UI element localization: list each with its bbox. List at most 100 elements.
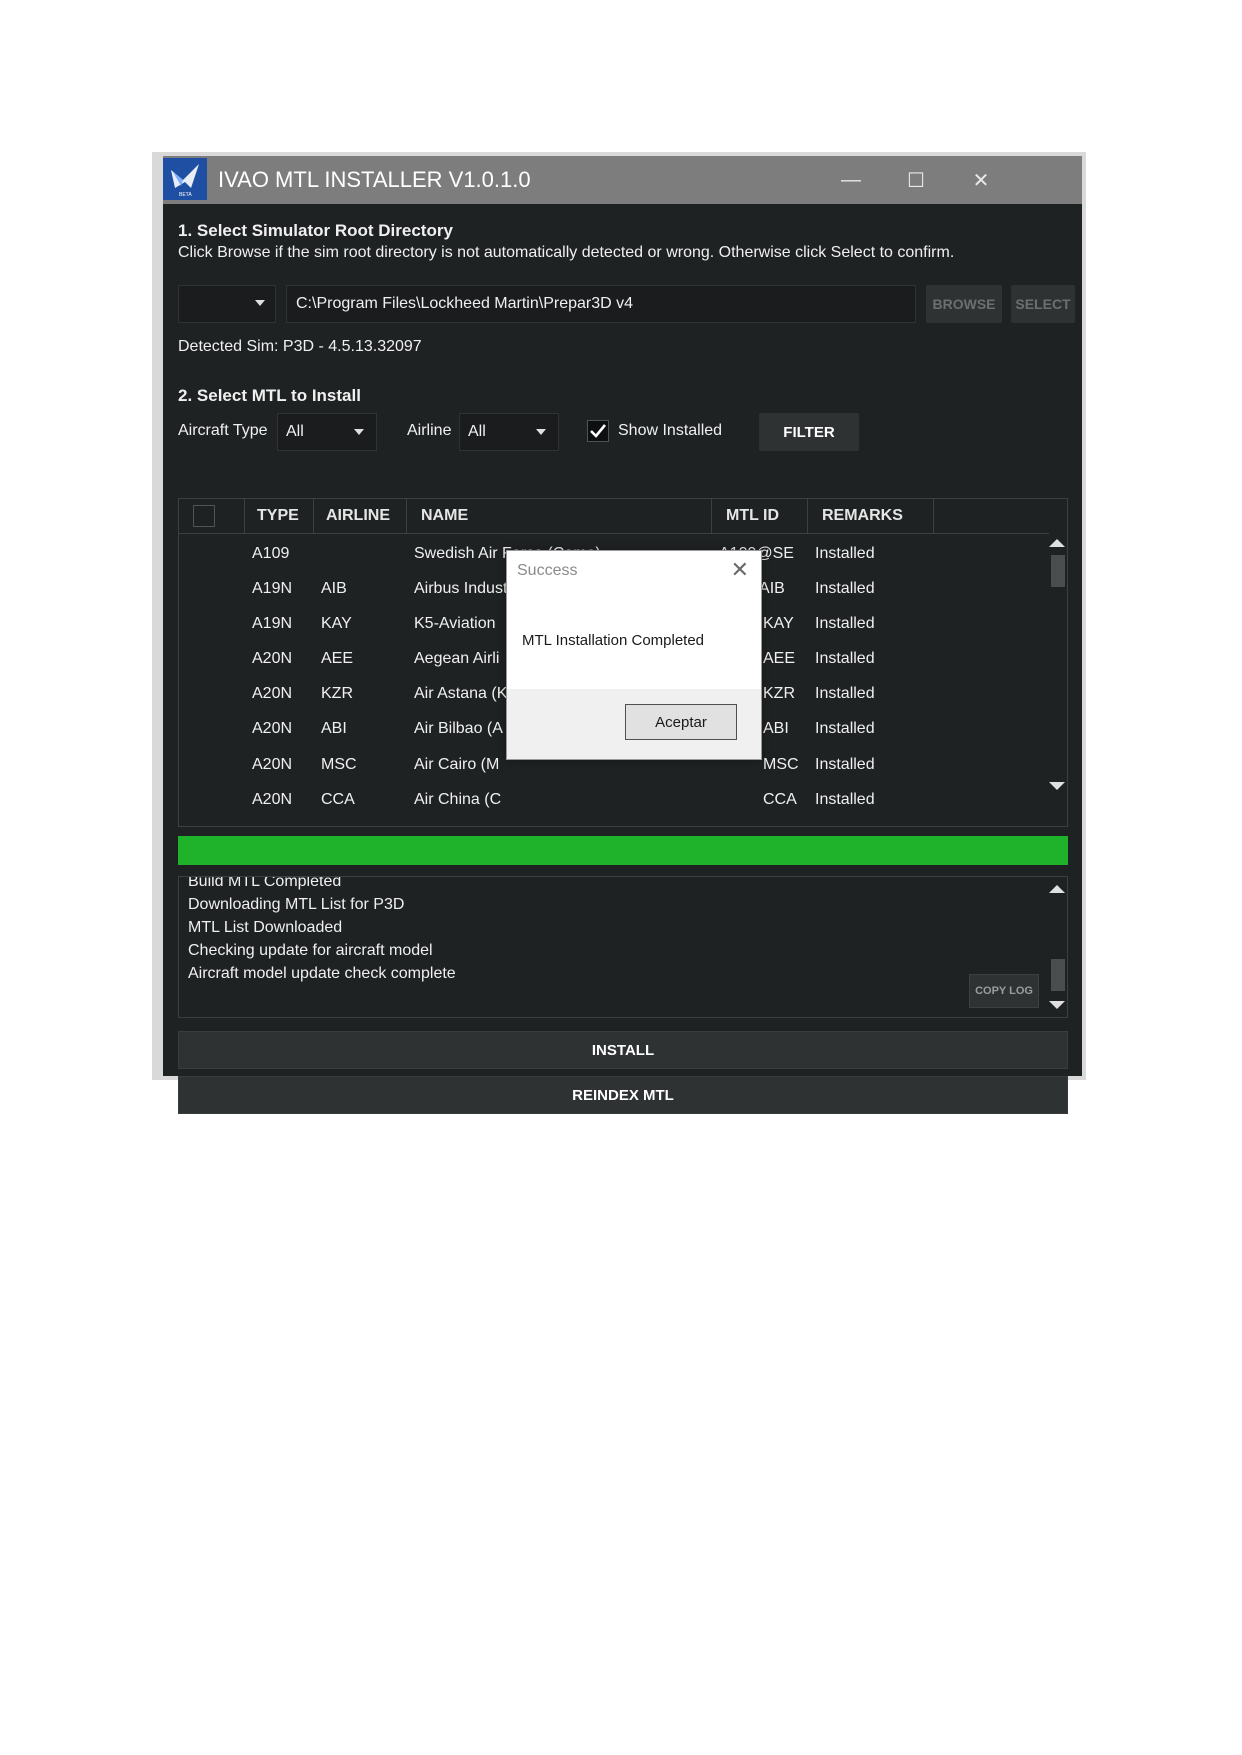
log-panel[interactable]: Build MTL Completed Downloading MTL List… [178, 876, 1068, 1018]
show-installed-checkbox[interactable] [587, 420, 609, 442]
cell-mtl-id: CCA [763, 791, 797, 808]
cell-airline: CCA [321, 791, 355, 808]
cell-remarks: Installed [815, 720, 875, 737]
sim-path-input[interactable]: C:\Program Files\Lockheed Martin\Prepar3… [286, 285, 916, 323]
scroll-up-arrow-icon[interactable] [1049, 539, 1065, 547]
cell-airline: KAY [321, 615, 352, 632]
cell-name: Air China (C [414, 791, 502, 808]
cell-mtl-id: KZR [763, 685, 795, 702]
table-row[interactable]: A20N CCA Air China (C CCA Installed [179, 782, 1049, 817]
column-header-type[interactable]: TYPE [245, 499, 314, 533]
cell-remarks: Installed [815, 650, 875, 667]
cell-name: Aegean Airli [414, 650, 500, 667]
close-window-button[interactable]: ✕ [949, 156, 1013, 204]
close-icon: ✕ [972, 169, 990, 192]
cell-type: A19N [252, 615, 293, 632]
cell-name: K5-Aviation [414, 615, 496, 632]
cell-type: A20N [252, 650, 293, 667]
cell-remarks: Installed [815, 685, 875, 702]
log-line: Downloading MTL List for P3D [188, 896, 405, 913]
cell-mtl-id: ABI [763, 720, 789, 737]
cell-type: A20N [252, 791, 293, 808]
cell-airline: KZR [321, 685, 353, 702]
cell-remarks: Installed [815, 615, 875, 632]
select-button[interactable]: SELECT [1011, 285, 1075, 323]
progress-fill [178, 836, 1068, 865]
title-bar[interactable]: BETA IVAO MTL INSTALLER V1.0.1.0 — ☐ ✕ [163, 156, 1082, 204]
select-all-checkbox[interactable] [193, 505, 215, 527]
maximize-icon: ☐ [907, 169, 925, 192]
window-title: IVAO MTL INSTALLER V1.0.1.0 [218, 167, 531, 192]
column-header-airline[interactable]: AIRLINE [314, 499, 407, 533]
progress-bar [178, 836, 1068, 865]
airline-value: All [468, 423, 486, 440]
dialog-message: MTL Installation Completed [522, 632, 705, 649]
scroll-thumb[interactable] [1051, 959, 1065, 991]
section1-instructions: Click Browse if the sim root directory i… [178, 244, 955, 261]
table-header: TYPE AIRLINE NAME MTL ID REMARKS [179, 499, 1067, 535]
dialog-close-icon[interactable]: ✕ [731, 557, 749, 583]
cell-remarks: Installed [815, 756, 875, 773]
dialog-title: Success [517, 562, 578, 579]
install-button[interactable]: INSTALL [178, 1031, 1068, 1069]
aircraft-type-label: Aircraft Type [178, 422, 268, 439]
column-header-remarks[interactable]: REMARKS [808, 499, 934, 533]
cell-type: A20N [252, 720, 293, 737]
scroll-down-arrow-icon[interactable] [1049, 782, 1065, 790]
copy-log-button[interactable]: COPY LOG [969, 974, 1039, 1008]
aircraft-type-dropdown[interactable]: All [277, 413, 377, 451]
chevron-down-icon [536, 429, 546, 435]
chevron-down-icon [354, 429, 364, 435]
app-logo-icon: BETA [163, 158, 207, 200]
cell-airline: AIB [321, 580, 347, 597]
cell-type: A20N [252, 756, 293, 773]
cell-airline: MSC [321, 756, 357, 773]
log-line: Checking update for aircraft model [188, 942, 433, 959]
cell-remarks: Installed [815, 580, 875, 597]
column-header-name[interactable]: NAME [407, 499, 712, 533]
reindex-mtl-button[interactable]: REINDEX MTL [178, 1076, 1068, 1114]
filter-button[interactable]: FILTER [759, 413, 859, 451]
log-line: Build MTL Completed [188, 876, 342, 890]
scroll-thumb[interactable] [1051, 555, 1065, 587]
checkmark-icon [590, 424, 606, 438]
minimize-icon: — [841, 168, 861, 191]
detected-sim-text: Detected Sim: P3D - 4.5.13.32097 [178, 338, 422, 355]
airline-label: Airline [407, 422, 452, 439]
cell-type: A109 [252, 545, 290, 562]
accept-button[interactable]: Aceptar [625, 704, 737, 740]
browse-button[interactable]: BROWSE [926, 285, 1002, 323]
dialog-footer: Aceptar [507, 689, 761, 759]
cell-remarks: Installed [815, 545, 875, 562]
section2-heading: 2. Select MTL to Install [178, 386, 361, 405]
show-installed-label: Show Installed [618, 422, 723, 439]
cell-name: Air Cairo (M [414, 756, 500, 773]
cell-mtl-id: KAY [763, 615, 794, 632]
cell-mtl-id: AEE [763, 650, 796, 667]
log-line: Aircraft model update check complete [188, 965, 456, 982]
log-line: MTL List Downloaded [188, 919, 343, 936]
scroll-down-arrow-icon[interactable] [1049, 1001, 1065, 1009]
sim-select-dropdown[interactable] [178, 285, 276, 323]
cell-name: Air Bilbao (A [414, 720, 503, 737]
table-scrollbar[interactable] [1049, 535, 1065, 825]
scroll-up-arrow-icon[interactable] [1049, 885, 1065, 893]
aircraft-type-value: All [286, 423, 304, 440]
cell-airline: AEE [321, 650, 354, 667]
minimize-button[interactable]: — [819, 156, 883, 204]
airline-dropdown[interactable]: All [459, 413, 559, 451]
cell-type: A20N [252, 685, 293, 702]
cell-mtl-id: MSC [763, 756, 799, 773]
cell-name: Air Astana (K [414, 685, 508, 702]
log-scrollbar[interactable] [1049, 877, 1065, 1017]
section1-heading: 1. Select Simulator Root Directory [178, 221, 453, 240]
cell-remarks: Installed [815, 791, 875, 808]
select-all-column [179, 499, 245, 533]
chevron-down-icon [255, 300, 265, 306]
maximize-button[interactable]: ☐ [884, 156, 948, 204]
success-dialog: Success ✕ MTL Installation Completed Ace… [506, 550, 762, 760]
cell-airline: ABI [321, 720, 347, 737]
header-divider [179, 533, 1049, 534]
column-header-mtl-id[interactable]: MTL ID [712, 499, 808, 533]
cell-type: A19N [252, 580, 293, 597]
